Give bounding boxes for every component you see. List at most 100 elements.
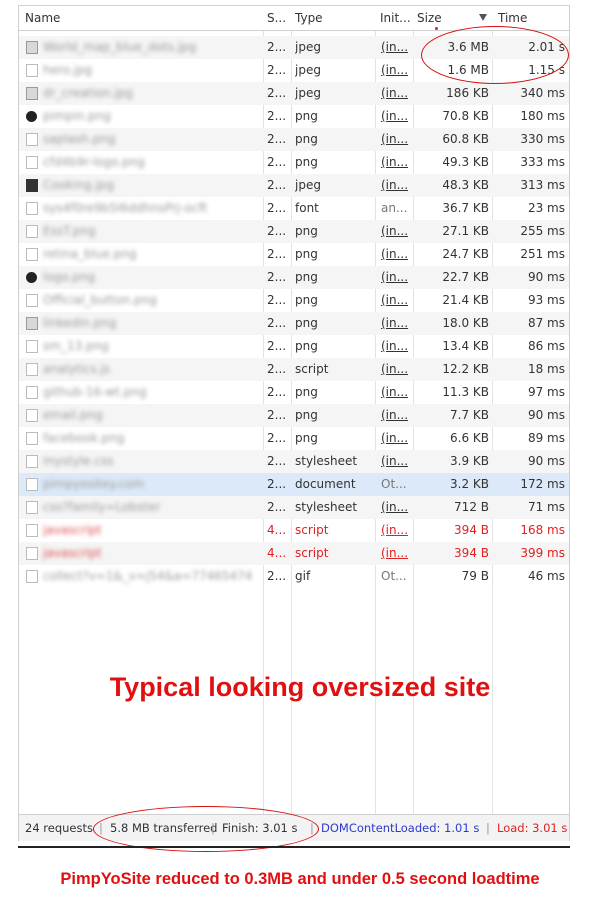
sort-descending-icon[interactable] (479, 14, 487, 21)
request-initiator[interactable]: (in... (381, 404, 411, 427)
request-initiator[interactable]: (in... (381, 174, 411, 197)
request-row[interactable]: css?family=Lobster 2... stylesheet (in... 71… (19, 496, 569, 519)
image-icon (26, 111, 37, 122)
request-initiator[interactable]: (in... (381, 36, 411, 59)
request-type: png (295, 247, 318, 261)
request-row[interactable]: sm_13.png 2... png (in... 13.4 KB 86 ms (19, 335, 569, 358)
column-header-name[interactable]: Name (25, 6, 255, 30)
request-status: 4... (267, 546, 287, 560)
request-initiator[interactable]: (in... (381, 59, 411, 82)
request-name: sys4f0re9b5l6ddhnsPrj-ocft (43, 201, 208, 215)
request-type: png (295, 408, 318, 422)
request-status: 2... (267, 385, 287, 399)
request-name: linkedin.png (43, 316, 117, 330)
request-type: script (295, 362, 329, 376)
request-row[interactable]: EssT.png 2... png (in... 27.1 KB 255 ms (19, 220, 569, 243)
request-size: 712 B (454, 500, 489, 514)
request-row[interactable]: saplash.png 2... png (in... 60.8 KB 330 ms (19, 128, 569, 151)
request-initiator[interactable]: (in... (381, 519, 411, 542)
request-row[interactable]: facebook.png 2... png (in... 6.6 KB 89 ms (19, 427, 569, 450)
request-initiator[interactable]: (in... (381, 496, 411, 519)
request-row[interactable]: email.png 2... png (in... 7.7 KB 90 ms (19, 404, 569, 427)
request-name: pimpyositey.com (43, 477, 145, 491)
request-type: png (295, 431, 318, 445)
request-time: 87 ms (527, 316, 565, 330)
file-icon (26, 455, 38, 468)
request-name: javascript (43, 546, 102, 560)
request-status: 2... (267, 500, 287, 514)
request-size: 18.0 KB (442, 316, 489, 330)
request-initiator[interactable]: (in... (381, 381, 411, 404)
request-row[interactable]: cfd4b9r-logo.png 2... png (in... 49.3 KB 333 … (19, 151, 569, 174)
request-name: cfd4b9r-logo.png (43, 155, 145, 169)
request-initiator[interactable]: Ot... (381, 473, 411, 496)
request-row[interactable]: javascript 4... script (in... 394 B 168 ms (19, 519, 569, 542)
request-size: 48.3 KB (442, 178, 489, 192)
file-icon (26, 570, 38, 583)
request-initiator[interactable]: (in... (381, 220, 411, 243)
request-time: 90 ms (527, 454, 565, 468)
request-row[interactable]: sys4f0re9b5l6ddhnsPrj-ocft 2... font an... 3… (19, 197, 569, 220)
request-row[interactable]: github-16-wt.png 2... png (in... 11.3 KB 97 m… (19, 381, 569, 404)
request-initiator[interactable]: (in... (381, 542, 411, 565)
column-header-size[interactable]: Size (417, 6, 467, 30)
request-name: hero.jpg (43, 63, 93, 77)
request-name: facebook.png (43, 431, 125, 445)
request-initiator[interactable]: (in... (381, 105, 411, 128)
request-size: 13.4 KB (442, 339, 489, 353)
request-type: gif (295, 569, 311, 583)
request-list: World_map_blue_dots.jpg 2... jpeg (in... 3.6… (19, 36, 569, 588)
request-status: 2... (267, 201, 287, 215)
file-icon (26, 202, 38, 215)
request-row[interactable]: collect?v=1&_v=j54&a=77465474&t 2... gif Ot… (19, 565, 569, 588)
request-time: 97 ms (527, 385, 565, 399)
file-icon (26, 524, 38, 537)
column-header-type[interactable]: Type (295, 6, 373, 30)
request-initiator[interactable]: Ot... (381, 565, 411, 588)
column-header-status[interactable]: S... (267, 6, 289, 30)
request-initiator[interactable]: (in... (381, 358, 411, 381)
request-row[interactable]: retina_blue.png 2... png (in... 24.7 KB 251 m… (19, 243, 569, 266)
request-row[interactable]: analytics.js 2... script (in... 12.2 KB 18 ms (19, 358, 569, 381)
request-size: 3.9 KB (450, 454, 489, 468)
image-icon (26, 294, 38, 307)
request-type: stylesheet (295, 454, 358, 468)
request-size: 60.8 KB (442, 132, 489, 146)
request-row[interactable]: logo.png 2... png (in... 22.7 KB 90 ms (19, 266, 569, 289)
request-time: 255 ms (520, 224, 565, 238)
request-type: document (295, 477, 356, 491)
column-header-initiator[interactable]: Init... (380, 6, 412, 30)
request-row[interactable]: pimpin.png 2... png (in... 70.8 KB 180 ms (19, 105, 569, 128)
request-row[interactable]: javascript 4... script (in... 394 B 399 ms (19, 542, 569, 565)
request-initiator[interactable]: an... (381, 197, 411, 220)
request-name: retina_blue.png (43, 247, 137, 261)
request-row[interactable]: dr_creation.jpg 2... jpeg (in... 186 KB 340 m… (19, 82, 569, 105)
request-time: 90 ms (527, 408, 565, 422)
request-time: 90 ms (527, 270, 565, 284)
request-type: png (295, 316, 318, 330)
request-initiator[interactable]: (in... (381, 128, 411, 151)
request-initiator[interactable]: (in... (381, 151, 411, 174)
request-initiator[interactable]: (in... (381, 335, 411, 358)
request-row[interactable]: pimpyositey.com 2... document Ot... 3.2 KB 17… (19, 473, 569, 496)
request-initiator[interactable]: (in... (381, 450, 411, 473)
request-size: 7.7 KB (450, 408, 489, 422)
request-time: 333 ms (520, 155, 565, 169)
request-name: logo.png (43, 270, 96, 284)
request-count: 24 requests (25, 821, 93, 835)
request-name: EssT.png (43, 224, 96, 238)
request-row[interactable]: mystyle.css 2... stylesheet (in... 3.9 KB 90 … (19, 450, 569, 473)
image-icon (26, 41, 38, 54)
request-initiator[interactable]: (in... (381, 427, 411, 450)
request-type: script (295, 546, 329, 560)
request-row[interactable]: linkedin.png 2... png (in... 18.0 KB 87 ms (19, 312, 569, 335)
request-initiator[interactable]: (in... (381, 312, 411, 335)
request-status: 2... (267, 40, 287, 54)
request-size: 6.6 KB (450, 431, 489, 445)
request-row[interactable]: Official_button.png 2... png (in... 21.4 KB 9… (19, 289, 569, 312)
request-row[interactable]: Cooking.jpg 2... jpeg (in... 48.3 KB 313 ms (19, 174, 569, 197)
request-initiator[interactable]: (in... (381, 289, 411, 312)
request-initiator[interactable]: (in... (381, 243, 411, 266)
request-initiator[interactable]: (in... (381, 266, 411, 289)
request-initiator[interactable]: (in... (381, 82, 411, 105)
